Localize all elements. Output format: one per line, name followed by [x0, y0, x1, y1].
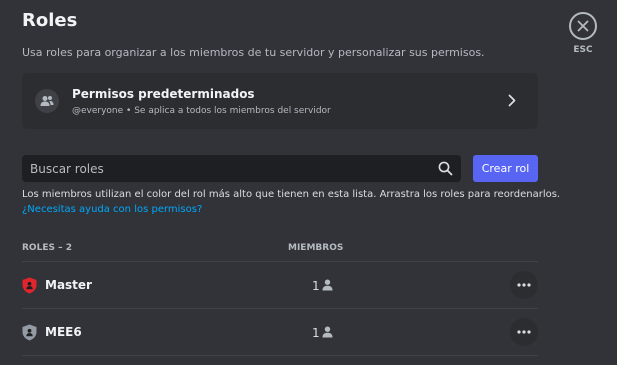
chevron-right-icon: [508, 94, 516, 107]
close-button[interactable]: [569, 12, 597, 40]
role-row-mee6[interactable]: MEE6 1: [22, 309, 538, 355]
member-icon: [322, 326, 333, 338]
role-name: Master: [45, 278, 92, 292]
search-input[interactable]: [22, 155, 427, 182]
search-icon[interactable]: [438, 161, 453, 176]
role-name: MEE6: [45, 325, 82, 339]
members-column-header: MIEMBROS: [288, 243, 344, 253]
info-text: Los miembros utilizan el color del rol m…: [22, 189, 561, 200]
default-permissions-subtitle: @everyone • Se aplica a todos los miembr…: [72, 106, 331, 116]
close-icon: [577, 20, 589, 32]
search-box: [22, 155, 461, 182]
role-options-button[interactable]: [510, 271, 538, 299]
role-member-count: 1: [312, 279, 320, 293]
more-icon: [517, 330, 531, 334]
help-permissions-link[interactable]: ¿Necesitas ayuda con los permisos?: [22, 204, 202, 215]
divider: [22, 355, 538, 356]
roles-column-header: ROLES – 2: [22, 243, 72, 253]
default-permissions-card[interactable]: Permisos predeterminados @everyone • Se …: [22, 73, 538, 129]
page-subtitle: Usa roles para organizar a los miembros …: [22, 46, 485, 59]
members-icon: [35, 89, 59, 113]
member-icon: [322, 279, 333, 291]
default-permissions-title: Permisos predeterminados: [72, 87, 255, 101]
shield-icon: [22, 324, 37, 341]
page-title: Roles: [22, 10, 78, 31]
role-row-master[interactable]: Master 1: [22, 262, 538, 308]
esc-label: ESC: [573, 45, 593, 55]
close-area: ESC: [569, 12, 597, 55]
shield-icon: [22, 277, 37, 294]
more-icon: [517, 283, 531, 287]
role-options-button[interactable]: [510, 318, 538, 346]
role-member-count: 1: [312, 326, 320, 340]
create-role-button[interactable]: Crear rol: [473, 155, 538, 182]
